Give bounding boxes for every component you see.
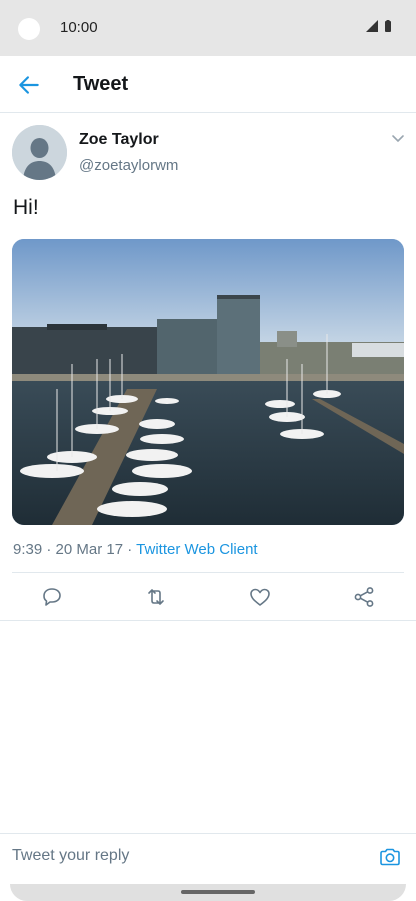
tweet-screen: Tweet Zoe Taylor @zoetaylorwm Hi! 9:39 ·… [0,56,416,901]
comment-icon[interactable] [40,585,64,609]
heart-icon[interactable] [248,585,272,609]
tweet-date: 20 Mar 17 [55,541,124,558]
tweet-text: Hi! [13,196,39,219]
reply-input[interactable]: Tweet your reply [12,847,129,865]
share-icon[interactable] [352,585,376,609]
author-handle[interactable]: @zoetaylorwm [79,157,178,174]
default-profile-icon [12,125,67,180]
system-icons [366,20,392,32]
page-title: Tweet [73,73,129,95]
avatar[interactable] [12,125,67,180]
divider [0,620,416,621]
tweet-time: 9:39 [13,541,43,558]
battery-icon [385,20,391,32]
tweet-meta: 9:39 · 20 Mar 17 · Twitter Web Client [13,541,258,558]
app-bar: Tweet [0,56,416,113]
tweet-source-link[interactable]: Twitter Web Client [136,541,257,558]
meta-separator: · [42,541,56,558]
phone-frame: 10:00 Tweet Zoe Taylor @zoetaylorwm Hi! [0,0,416,901]
author-name[interactable]: Zoe Taylor [79,131,159,149]
reply-bar: Tweet your reply [0,833,416,882]
front-camera [18,18,40,40]
tweet-photo[interactable] [12,239,404,525]
signal-icon [366,20,378,32]
marina-photo-illustration [12,239,404,525]
home-gesture-pill[interactable] [181,890,255,894]
tweet-actions [0,573,416,621]
navigation-bar [10,884,406,901]
camera-icon[interactable] [378,845,402,869]
chevron-down-icon[interactable] [390,133,406,145]
back-arrow-icon[interactable] [16,72,42,98]
retweet-icon[interactable] [144,585,168,609]
status-bar: 10:00 [0,0,416,56]
meta-separator: · [123,541,137,558]
status-time: 10:00 [60,19,98,36]
